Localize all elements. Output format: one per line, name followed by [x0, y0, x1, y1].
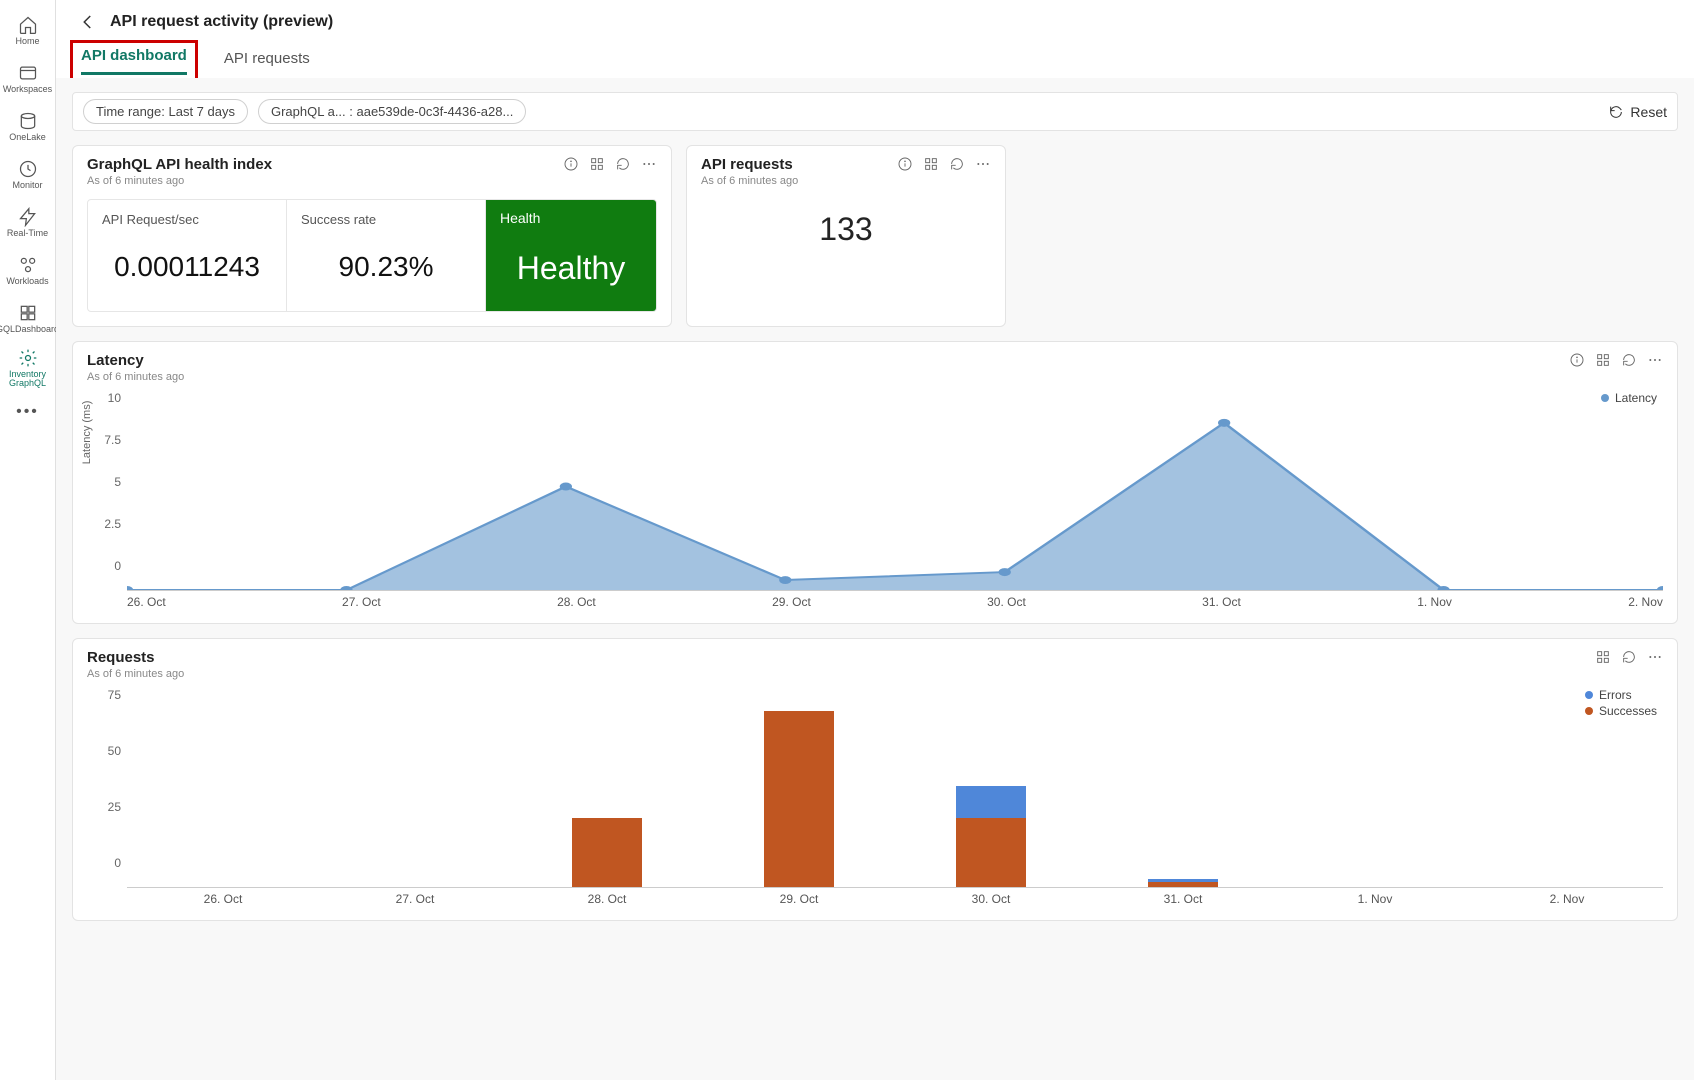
health-index-card: GraphQL API health index As of 6 minutes…	[72, 145, 672, 327]
reset-button[interactable]: Reset	[1608, 104, 1667, 120]
monitor-icon	[18, 159, 38, 179]
success-rate-label: Success rate	[301, 212, 471, 227]
rail-label: GQLDashboard	[0, 325, 59, 334]
page-title: API request activity (preview)	[110, 13, 333, 31]
rail-label: Workspaces	[3, 85, 52, 94]
rail-label: Real-Time	[7, 229, 48, 238]
rail-more[interactable]: •••	[16, 403, 39, 421]
rail-label: Monitor	[12, 181, 42, 190]
grid-icon[interactable]	[1595, 649, 1611, 665]
requests-x-axis: 26. Oct27. Oct28. Oct29. Oct30. Oct31. O…	[127, 888, 1663, 906]
card-title: Latency	[87, 352, 184, 369]
health-label: Health	[486, 200, 656, 226]
onelake-icon	[18, 111, 38, 131]
gqldash-icon	[18, 303, 38, 323]
refresh-icon[interactable]	[949, 156, 965, 172]
reset-icon	[1608, 104, 1624, 120]
info-icon[interactable]	[1569, 352, 1585, 368]
card-subtitle: As of 6 minutes ago	[87, 371, 184, 383]
req-sec-label: API Request/sec	[102, 212, 272, 227]
info-icon[interactable]	[897, 156, 913, 172]
latency-plot[interactable]	[127, 391, 1663, 591]
card-subtitle: As of 6 minutes ago	[701, 175, 798, 187]
back-button[interactable]	[76, 10, 100, 34]
health-value: Healthy	[486, 250, 656, 287]
more-icon[interactable]	[1647, 649, 1663, 665]
info-icon[interactable]	[563, 156, 579, 172]
card-subtitle: As of 6 minutes ago	[87, 175, 272, 187]
grid-icon[interactable]	[1595, 352, 1611, 368]
workloads-icon	[18, 255, 38, 275]
grid-icon[interactable]	[923, 156, 939, 172]
workspaces-icon	[18, 63, 38, 83]
realtime-icon	[18, 207, 38, 227]
latency-x-axis: 26. Oct27. Oct28. Oct29. Oct30. Oct31. O…	[127, 591, 1663, 609]
left-nav-rail: Home Workspaces OneLake Monitor Real-Tim…	[0, 0, 56, 1080]
rail-monitor[interactable]: Monitor	[2, 152, 54, 198]
rail-home[interactable]: Home	[2, 8, 54, 54]
tabs: API dashboard API requests	[76, 44, 1674, 78]
home-icon	[18, 15, 38, 35]
rail-gqldashboard[interactable]: GQLDashboard	[2, 296, 54, 342]
inventory-icon	[18, 348, 38, 368]
rail-workloads[interactable]: Workloads	[2, 248, 54, 294]
rail-label: OneLake	[9, 133, 46, 142]
rail-inventory-graphql[interactable]: Inventory GraphQL	[2, 344, 54, 393]
requests-card: Requests As of 6 minutes ago 75 50 25 0	[72, 638, 1678, 921]
rail-realtime[interactable]: Real-Time	[2, 200, 54, 246]
success-rate-value: 90.23%	[301, 251, 471, 283]
more-icon[interactable]	[975, 156, 991, 172]
more-icon[interactable]	[1647, 352, 1663, 368]
refresh-icon[interactable]	[1621, 649, 1637, 665]
more-icon[interactable]	[641, 156, 657, 172]
card-subtitle: As of 6 minutes ago	[87, 668, 184, 680]
card-title: Requests	[87, 649, 184, 666]
api-requests-value: 133	[701, 187, 991, 278]
api-requests-card: API requests As of 6 minutes ago 133	[686, 145, 1006, 327]
req-sec-value: 0.00011243	[102, 251, 272, 283]
requests-plot[interactable]	[127, 688, 1663, 888]
refresh-icon[interactable]	[1621, 352, 1637, 368]
card-title: GraphQL API health index	[87, 156, 272, 173]
filter-item[interactable]: GraphQL a... : aae539de-0c3f-4436-a28...	[258, 99, 526, 124]
tab-api-dashboard[interactable]: API dashboard	[81, 41, 187, 75]
filter-time-range[interactable]: Time range: Last 7 days	[83, 99, 248, 124]
requests-y-axis: 75 50 25 0	[87, 688, 127, 888]
rail-label: Home	[15, 37, 39, 46]
filter-bar: Time range: Last 7 days GraphQL a... : a…	[72, 92, 1678, 131]
rail-workspaces[interactable]: Workspaces	[2, 56, 54, 102]
tab-api-requests[interactable]: API requests	[224, 44, 310, 78]
latency-card: Latency As of 6 minutes ago Latency (ms)	[72, 341, 1678, 624]
grid-icon[interactable]	[589, 156, 605, 172]
reset-label: Reset	[1630, 104, 1667, 120]
refresh-icon[interactable]	[615, 156, 631, 172]
rail-label: Inventory GraphQL	[2, 370, 54, 389]
rail-label: Workloads	[6, 277, 48, 286]
latency-y-axis: 10 7.5 5 2.5 0	[87, 391, 127, 591]
card-title: API requests	[701, 156, 798, 173]
back-arrow-icon	[79, 13, 97, 31]
rail-onelake[interactable]: OneLake	[2, 104, 54, 150]
